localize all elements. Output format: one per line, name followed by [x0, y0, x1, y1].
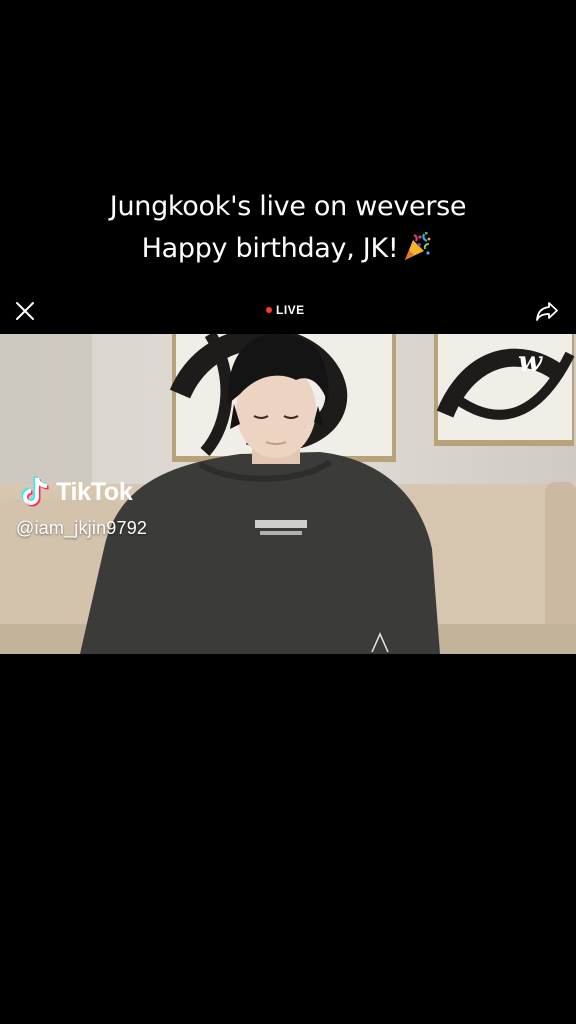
live-indicator: LIVE [266, 303, 305, 317]
tiktok-handle: @iam_jkjin9792 [16, 518, 148, 538]
live-topbar: LIVE [0, 296, 576, 326]
tiktok-watermark: TikTok [20, 474, 133, 510]
live-dot [266, 307, 272, 313]
weverse-logo: w [518, 345, 543, 378]
party-popper-icon [405, 232, 431, 260]
caption-line-2-text: Happy birthday, JK! [141, 233, 399, 264]
live-label: LIVE [276, 303, 305, 317]
close-icon[interactable] [14, 300, 36, 322]
tiktok-brand: TikTok [56, 477, 133, 506]
video-caption: Jungkook's live on weverse Happy birthda… [0, 186, 576, 270]
tiktok-logo-icon [21, 475, 49, 507]
share-icon[interactable] [535, 300, 559, 322]
caption-line-1: Jungkook's live on weverse [109, 191, 467, 222]
caption-line-2: Happy birthday, JK! [0, 228, 576, 270]
